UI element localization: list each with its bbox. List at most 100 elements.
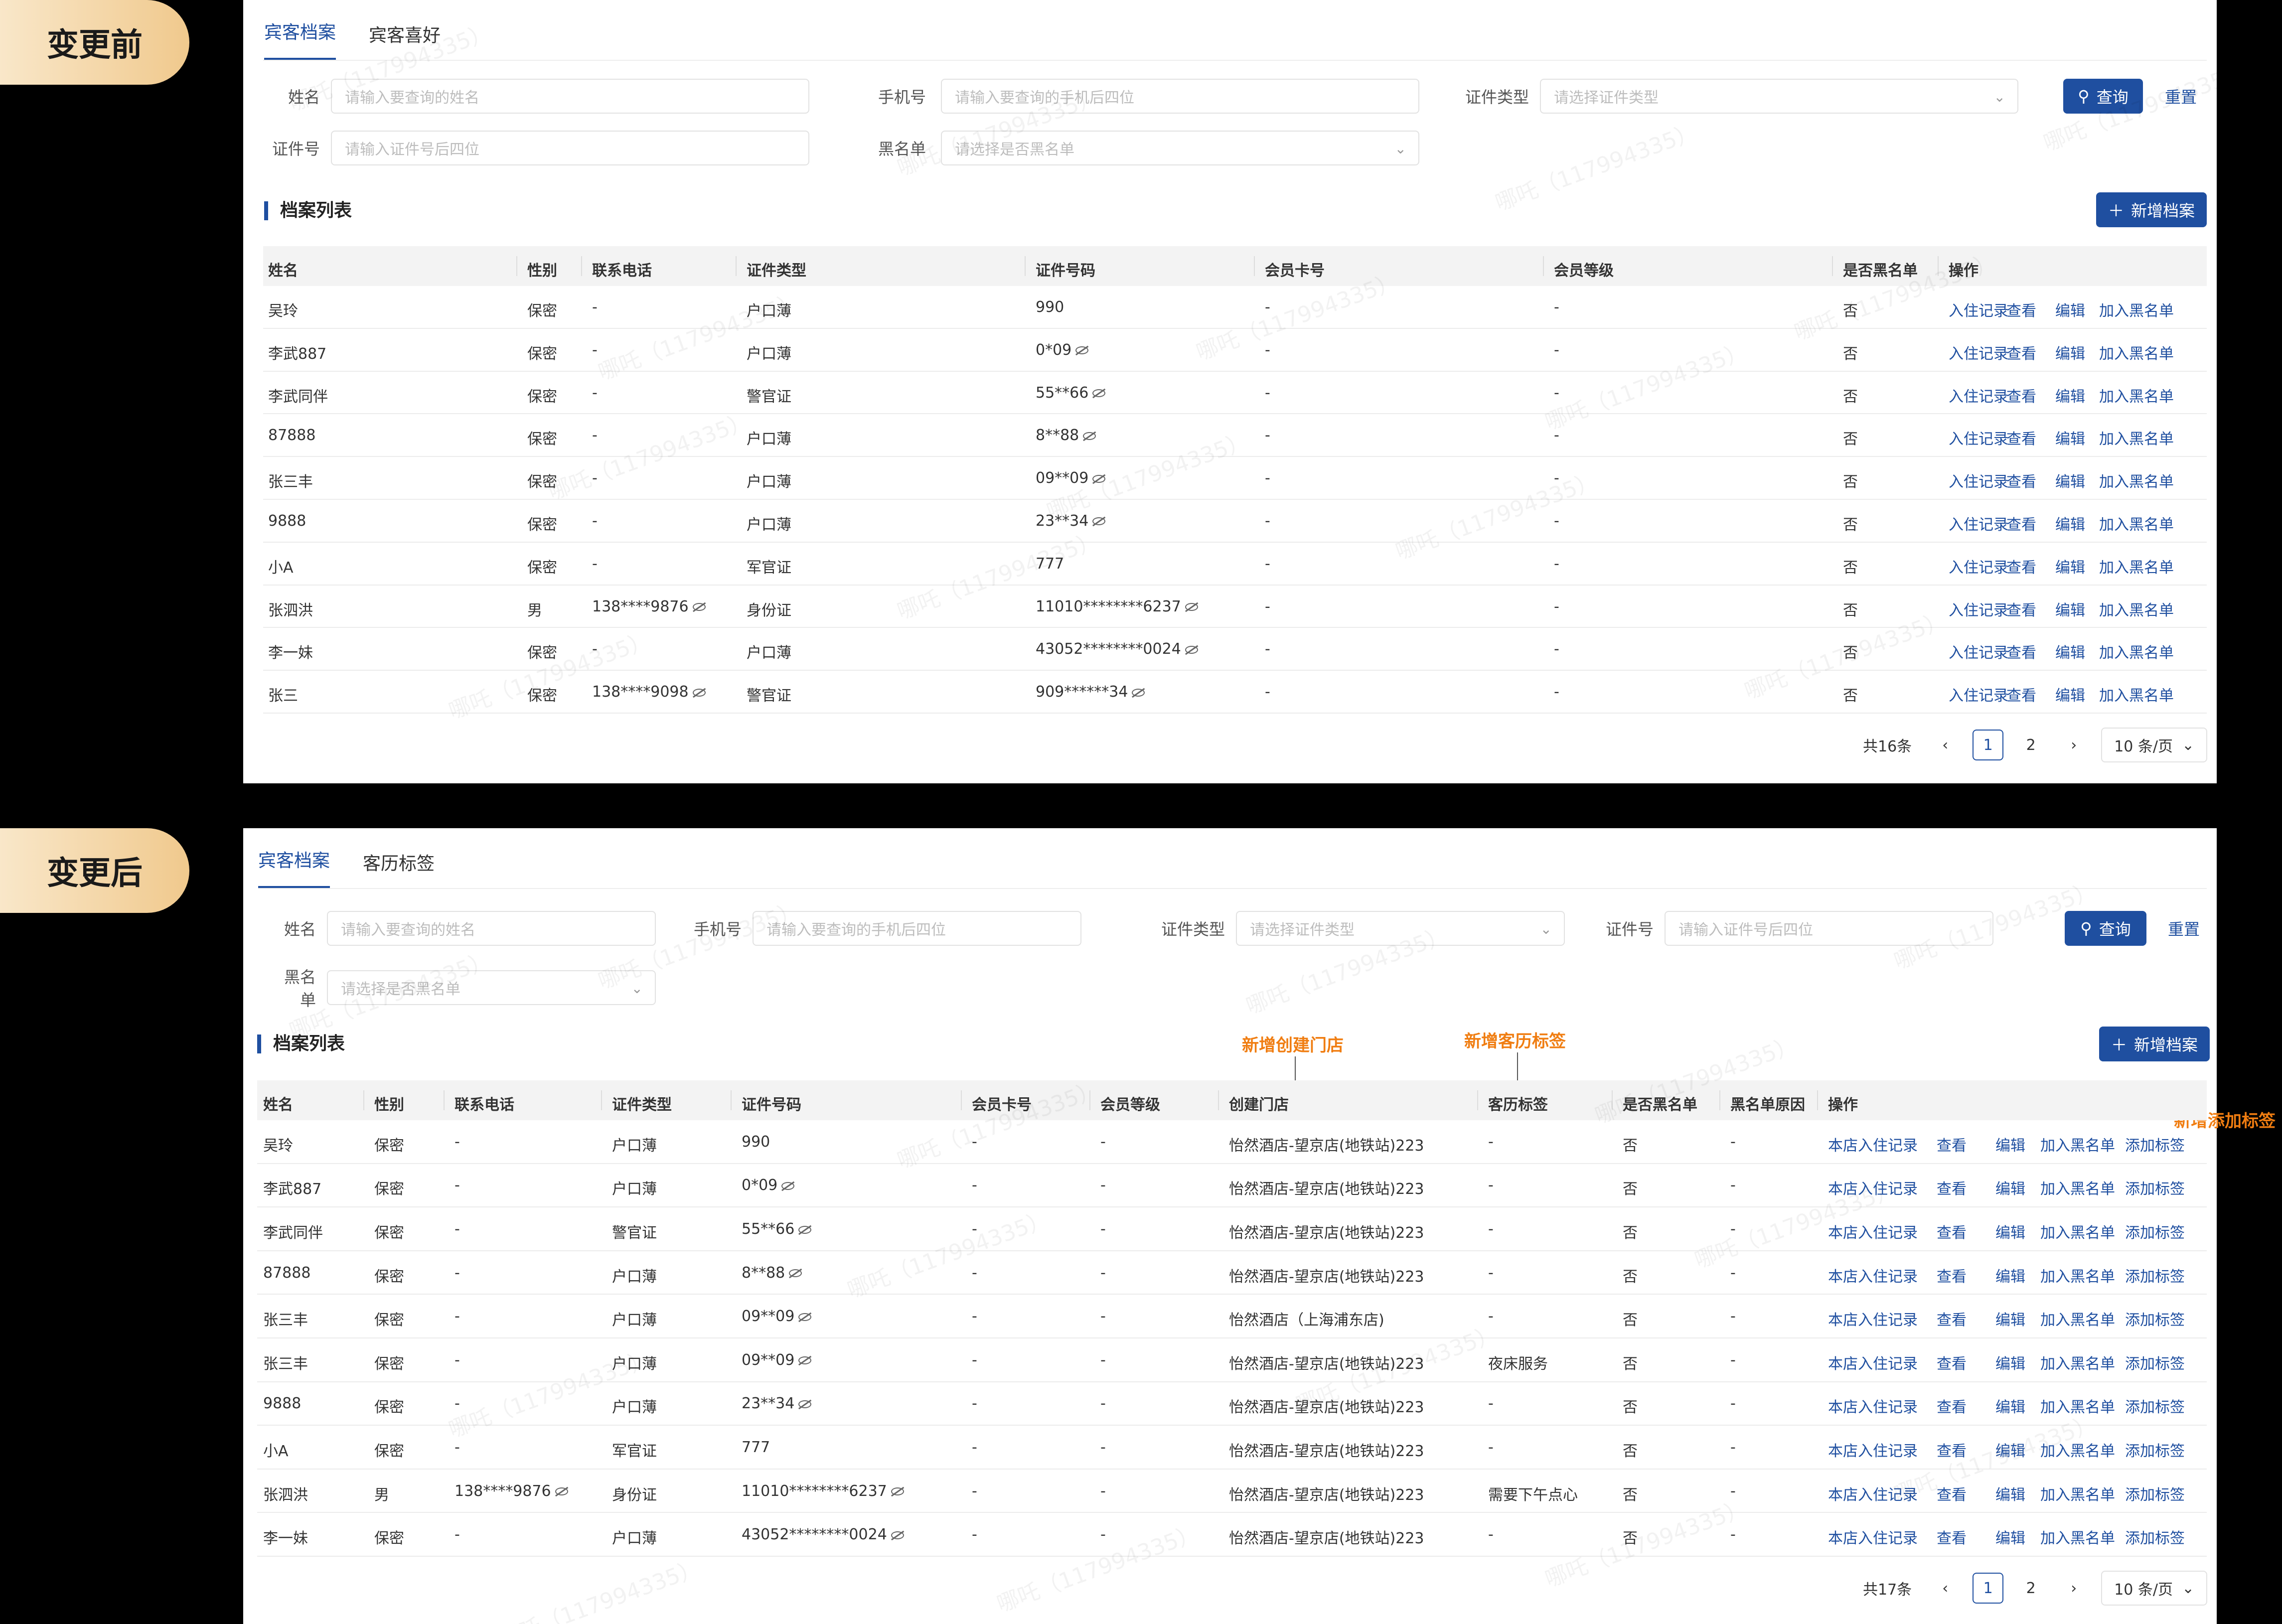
action-link[interactable]: 加入黑名单 — [2099, 683, 2174, 705]
action-link[interactable]: 加入黑名单 — [2099, 427, 2174, 448]
action-link[interactable]: 查看 — [1937, 1220, 1967, 1242]
action-link[interactable]: 本店入住记录 — [1828, 1526, 1918, 1548]
action-link[interactable]: 入住记录 — [1949, 640, 2008, 662]
tab-guest-preference[interactable]: 宾客喜好 — [369, 21, 441, 61]
eye-hidden-icon[interactable] — [1092, 389, 1106, 397]
action-link[interactable]: 查看 — [2006, 384, 2036, 406]
phone-input[interactable]: 请输入要查询的手机后四位 — [753, 911, 1081, 946]
page-size-select[interactable]: 10 条/页 ⌄ — [2101, 1571, 2208, 1606]
action-link[interactable]: 编辑 — [1995, 1351, 2025, 1373]
blacklist-select[interactable]: 请选择是否黑名单 ⌄ — [327, 970, 656, 1005]
page-1[interactable]: 1 — [1973, 1573, 2004, 1604]
eye-hidden-icon[interactable] — [798, 1313, 812, 1321]
next-page-button[interactable]: › — [2058, 1573, 2089, 1604]
eye-hidden-icon[interactable] — [798, 1356, 812, 1365]
blacklist-select[interactable]: 请选择是否黑名单 ⌄ — [941, 131, 1419, 165]
action-link[interactable]: 加入黑名单 — [2040, 1526, 2115, 1548]
action-link[interactable]: 添加标签 — [2125, 1351, 2185, 1373]
page-2[interactable]: 2 — [2015, 730, 2046, 760]
eye-hidden-icon[interactable] — [1185, 645, 1198, 654]
action-link[interactable]: 编辑 — [1995, 1395, 2025, 1417]
action-link[interactable]: 查看 — [2006, 598, 2036, 620]
action-link[interactable]: 编辑 — [2055, 427, 2085, 448]
action-link[interactable]: 查看 — [1937, 1177, 1967, 1198]
action-link[interactable]: 编辑 — [2055, 469, 2085, 491]
action-link[interactable]: 添加标签 — [2125, 1395, 2185, 1417]
action-link[interactable]: 加入黑名单 — [2040, 1264, 2115, 1286]
eye-hidden-icon[interactable] — [891, 1487, 904, 1496]
action-link[interactable]: 添加标签 — [2125, 1526, 2185, 1548]
action-link[interactable]: 查看 — [1937, 1526, 1967, 1548]
action-link[interactable]: 加入黑名单 — [2040, 1308, 2115, 1329]
eye-hidden-icon[interactable] — [1092, 474, 1106, 483]
action-link[interactable]: 加入黑名单 — [2099, 555, 2174, 577]
action-link[interactable]: 入住记录 — [1949, 555, 2008, 577]
action-link[interactable]: 加入黑名单 — [2099, 469, 2174, 491]
action-link[interactable]: 查看 — [2006, 469, 2036, 491]
eye-hidden-icon[interactable] — [781, 1181, 795, 1190]
next-page-button[interactable]: › — [2058, 730, 2089, 760]
eye-hidden-icon[interactable] — [798, 1225, 812, 1234]
action-link[interactable]: 添加标签 — [2125, 1264, 2185, 1286]
idno-input[interactable]: 请输入证件号后四位 — [331, 131, 809, 165]
action-link[interactable]: 加入黑名单 — [2040, 1482, 2115, 1504]
action-link[interactable]: 编辑 — [1995, 1177, 2025, 1198]
action-link[interactable]: 添加标签 — [2125, 1177, 2185, 1198]
tab-guest-profile[interactable]: 宾客档案 — [264, 18, 336, 61]
action-link[interactable]: 本店入住记录 — [1828, 1395, 1918, 1417]
name-input[interactable]: 请输入要查询的姓名 — [331, 79, 809, 114]
action-link[interactable]: 添加标签 — [2125, 1482, 2185, 1504]
action-link[interactable]: 加入黑名单 — [2099, 298, 2174, 320]
idtype-select[interactable]: 请选择证件类型 ⌄ — [1540, 79, 2018, 114]
action-link[interactable]: 查看 — [2006, 683, 2036, 705]
action-link[interactable]: 入住记录 — [1949, 341, 2008, 363]
page-2[interactable]: 2 — [2015, 1573, 2046, 1604]
add-profile-button[interactable]: ＋新增档案 — [2099, 1027, 2210, 1061]
action-link[interactable]: 编辑 — [1995, 1133, 2025, 1155]
action-link[interactable]: 查看 — [2006, 298, 2036, 320]
action-link[interactable]: 查看 — [2006, 341, 2036, 363]
action-link[interactable]: 加入黑名单 — [2040, 1177, 2115, 1198]
prev-page-button[interactable]: ‹ — [1930, 1573, 1961, 1604]
eye-hidden-icon[interactable] — [1185, 603, 1198, 611]
page-size-select[interactable]: 10 条/页 ⌄ — [2101, 728, 2208, 762]
action-link[interactable]: 查看 — [2006, 555, 2036, 577]
action-link[interactable]: 加入黑名单 — [2099, 640, 2174, 662]
action-link[interactable]: 本店入住记录 — [1828, 1264, 1918, 1286]
idno-input[interactable]: 请输入证件号后四位 — [1665, 911, 1993, 946]
eye-hidden-icon[interactable] — [1092, 517, 1106, 526]
phone-input[interactable]: 请输入要查询的手机后四位 — [941, 79, 1419, 114]
action-link[interactable]: 添加标签 — [2125, 1133, 2185, 1155]
reset-button[interactable]: 重置 — [2165, 85, 2197, 108]
action-link[interactable]: 加入黑名单 — [2040, 1351, 2115, 1373]
action-link[interactable]: 查看 — [2006, 640, 2036, 662]
action-link[interactable]: 编辑 — [2055, 298, 2085, 320]
action-link[interactable]: 编辑 — [2055, 512, 2085, 534]
action-link[interactable]: 编辑 — [2055, 341, 2085, 363]
action-link[interactable]: 入住记录 — [1949, 298, 2008, 320]
action-link[interactable]: 本店入住记录 — [1828, 1177, 1918, 1198]
action-link[interactable]: 查看 — [2006, 512, 2036, 534]
action-link[interactable]: 入住记录 — [1949, 683, 2008, 705]
eye-hidden-icon[interactable] — [1075, 346, 1089, 355]
action-link[interactable]: 入住记录 — [1949, 427, 2008, 448]
action-link[interactable]: 查看 — [1937, 1439, 1967, 1461]
action-link[interactable]: 本店入住记录 — [1828, 1308, 1918, 1329]
action-link[interactable]: 查看 — [1937, 1351, 1967, 1373]
idtype-select[interactable]: 请选择证件类型 ⌄ — [1236, 911, 1565, 946]
action-link[interactable]: 编辑 — [1995, 1220, 2025, 1242]
query-button[interactable]: ⚲ 查询 — [2065, 911, 2146, 946]
eye-hidden-icon[interactable] — [789, 1269, 802, 1278]
action-link[interactable]: 加入黑名单 — [2040, 1220, 2115, 1242]
action-link[interactable]: 添加标签 — [2125, 1308, 2185, 1329]
action-link[interactable]: 编辑 — [2055, 683, 2085, 705]
action-link[interactable]: 加入黑名单 — [2040, 1439, 2115, 1461]
page-1[interactable]: 1 — [1973, 730, 2004, 760]
action-link[interactable]: 加入黑名单 — [2099, 341, 2174, 363]
action-link[interactable]: 编辑 — [1995, 1264, 2025, 1286]
eye-hidden-icon[interactable] — [692, 688, 706, 697]
prev-page-button[interactable]: ‹ — [1930, 730, 1961, 760]
action-link[interactable]: 查看 — [1937, 1308, 1967, 1329]
eye-hidden-icon[interactable] — [891, 1531, 904, 1539]
action-link[interactable]: 本店入住记录 — [1828, 1439, 1918, 1461]
